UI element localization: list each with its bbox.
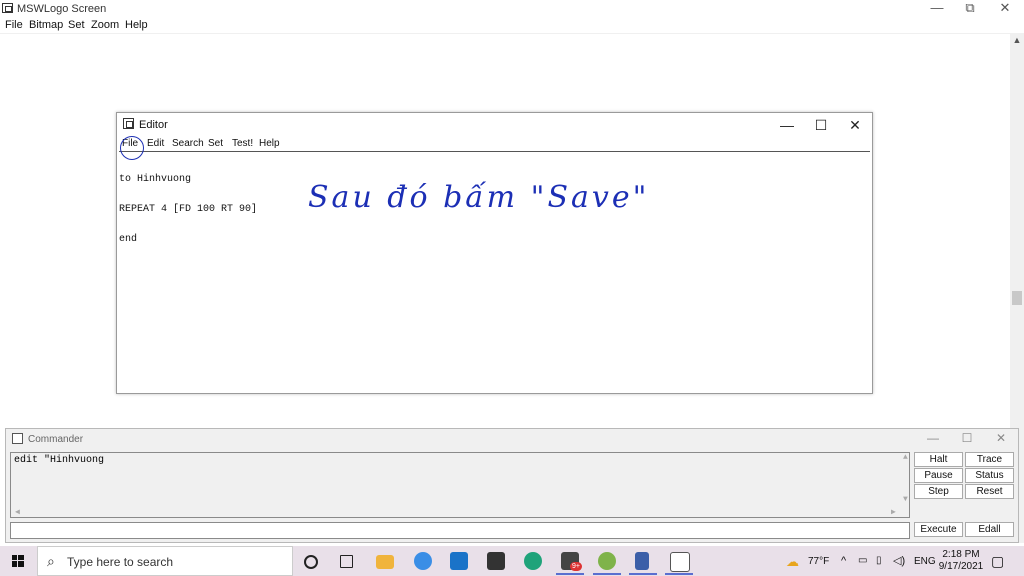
editor-window: Editor — ☐ ✕ File Edit Search Set Test! … (116, 112, 873, 394)
active-indicator (593, 573, 621, 575)
notifications-icon[interactable]: ▢ (991, 553, 1004, 570)
scroll-right-arrow-icon[interactable]: ▶ (891, 507, 896, 517)
mswlogo-app-icon (2, 3, 13, 13)
pause-button[interactable]: Pause (914, 468, 963, 483)
volume-icon[interactable]: ◁) (893, 554, 905, 567)
active-indicator (665, 573, 693, 575)
trace-button[interactable]: Trace (965, 452, 1014, 467)
annotation-circle (120, 136, 144, 160)
output-line: edit "Hinhvuong (14, 455, 105, 466)
commander-app-icon (12, 433, 23, 444)
active-indicator (556, 573, 584, 575)
chrome-icon[interactable] (598, 552, 616, 570)
menu-file[interactable]: File (5, 19, 23, 31)
store-icon[interactable] (487, 552, 505, 570)
taskbar-search-box[interactable]: ⌕ Type here to search (37, 546, 293, 576)
weather-icon[interactable]: ☁ (786, 554, 799, 570)
language-indicator[interactable]: ENG (914, 556, 936, 567)
clock-date: 9/17/2021 (938, 561, 984, 572)
execute-button[interactable]: Execute (914, 522, 963, 537)
editor-menu-bar: File Edit Search Set Test! Help (117, 137, 872, 151)
commander-title: Commander (28, 434, 84, 445)
network-icon[interactable]: ▭ (858, 555, 867, 566)
editor-menu-set[interactable]: Set (208, 138, 223, 149)
close-button[interactable]: ✕ (990, 0, 1020, 16)
edge-icon[interactable] (524, 552, 542, 570)
editor-app-icon (123, 118, 134, 129)
app-icon[interactable]: 9+ (561, 552, 582, 571)
show-hidden-icons-icon[interactable]: ^ (841, 555, 846, 567)
main-menu-bar: File Bitmap Set Zoom Help (0, 17, 1024, 34)
commander-window: Commander — ☐ ✕ edit "Hinhvuong ▲ ▼ ◀ ▶ … (5, 428, 1019, 543)
calculator-icon[interactable] (635, 552, 649, 570)
battery-icon[interactable]: ▯ (876, 555, 882, 566)
halt-button[interactable]: Halt (914, 452, 963, 467)
edge-legacy-icon[interactable] (414, 552, 432, 570)
menu-zoom[interactable]: Zoom (91, 19, 119, 31)
commander-input[interactable] (10, 522, 910, 539)
commander-close-button[interactable]: ✕ (986, 431, 1016, 445)
menu-set[interactable]: Set (68, 19, 85, 31)
editor-menu-search[interactable]: Search (172, 138, 204, 149)
task-view-icon[interactable] (340, 555, 353, 568)
main-window-title: MSWLogo Screen (17, 3, 107, 15)
mswlogo-icon[interactable] (670, 552, 690, 572)
handwritten-annotation: Sau đó bấm "Save" (308, 180, 650, 215)
editor-menu-edit[interactable]: Edit (147, 138, 164, 149)
code-line: end (119, 234, 138, 245)
commander-maximize-button[interactable]: ☐ (952, 431, 982, 445)
clock-time: 2:18 PM (942, 549, 980, 560)
weather-temperature[interactable]: 77°F (808, 556, 829, 567)
editor-menu-test[interactable]: Test! (232, 138, 253, 149)
main-title-bar: MSWLogo Screen — ⧉ ✕ (0, 0, 1024, 17)
clock[interactable]: 2:18 PM 9/17/2021 (938, 549, 984, 573)
menu-bitmap[interactable]: Bitmap (29, 19, 63, 31)
notification-badge: 9+ (570, 562, 582, 571)
search-placeholder: Type here to search (67, 555, 174, 569)
scroll-left-arrow-icon[interactable]: ◀ (15, 507, 20, 517)
taskbar: ⌕ Type here to search 9+ ☁ 77°F ^ ▭ ▯ ◁)… (0, 546, 1024, 576)
editor-title: Editor (139, 119, 168, 131)
reset-button[interactable]: Reset (965, 484, 1014, 499)
search-icon: ⌕ (47, 553, 55, 569)
status-button[interactable]: Status (965, 468, 1014, 483)
restore-button[interactable]: ⧉ (955, 0, 985, 16)
scroll-down-arrow-icon[interactable]: ▼ (903, 495, 908, 504)
edall-button[interactable]: Edall (965, 522, 1014, 537)
step-button[interactable]: Step (914, 484, 963, 499)
editor-minimize-button[interactable]: — (770, 116, 804, 134)
menu-help[interactable]: Help (125, 19, 148, 31)
scroll-up-icon[interactable]: ▲ (1010, 33, 1024, 47)
active-indicator (629, 573, 657, 575)
editor-maximize-button[interactable]: ☐ (804, 116, 838, 134)
cortana-icon[interactable] (304, 555, 318, 569)
start-icon[interactable] (12, 555, 24, 567)
commander-minimize-button[interactable]: — (918, 431, 948, 445)
mail-icon[interactable] (450, 552, 468, 570)
scroll-up-arrow-icon[interactable]: ▲ (903, 453, 908, 462)
scroll-thumb[interactable] (1012, 291, 1022, 305)
editor-close-button[interactable]: ✕ (838, 116, 872, 134)
file-explorer-icon[interactable] (376, 555, 394, 569)
editor-menu-help[interactable]: Help (259, 138, 280, 149)
minimize-button[interactable]: — (922, 0, 952, 15)
commander-output[interactable]: edit "Hinhvuong ▲ ▼ ◀ ▶ (10, 452, 910, 518)
